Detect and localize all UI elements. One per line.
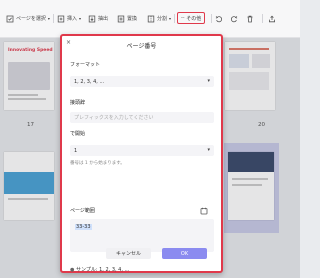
export-button[interactable] xyxy=(268,13,276,24)
toolbar-divider xyxy=(211,14,212,23)
sample-preview: ● サンプル: 1, 2, 3, 4, ... xyxy=(70,266,129,273)
toolbar-divider xyxy=(262,14,263,23)
insert-label: 挿入 xyxy=(67,16,78,22)
prefix-label: 接頭辞 xyxy=(70,100,86,106)
ellipsis-icon: ··· xyxy=(181,15,185,21)
extract-button[interactable]: 抽出 xyxy=(88,13,108,24)
dialog-title: ページ番号 xyxy=(126,43,157,50)
export-icon xyxy=(268,15,276,23)
toolbar-divider xyxy=(174,14,175,23)
insert-button[interactable]: 挿入 ▾ xyxy=(57,13,81,24)
start-value: 1 xyxy=(74,147,78,154)
page-range-value: 33-33 xyxy=(75,224,92,230)
replace-icon xyxy=(117,15,125,23)
chevron-down-icon: ▾ xyxy=(169,16,172,21)
ok-button[interactable]: OK xyxy=(162,248,207,259)
sample-text: サンプル: 1, 2, 3, 4, ... xyxy=(75,267,130,273)
rotate-right-button[interactable] xyxy=(230,13,238,24)
page-range-icon[interactable] xyxy=(200,207,208,215)
select-page-icon xyxy=(6,15,14,23)
insert-icon xyxy=(57,15,65,23)
chevron-down-icon: ▾ xyxy=(207,147,210,153)
select-page-label: ページを選択 xyxy=(16,16,46,22)
cancel-button[interactable]: キャンセル xyxy=(106,248,151,259)
extract-icon xyxy=(88,15,96,23)
sample-bullet-icon: ● xyxy=(70,267,75,273)
prefix-input[interactable]: プレフィックスを入力してください xyxy=(70,112,214,123)
more-button[interactable]: ··· その他 xyxy=(177,12,206,24)
toolbar: ページを選択 ▾ 挿入 ▾ 抽出 置換 分割 ▾ ··· その他 xyxy=(0,0,300,38)
select-page-button[interactable]: ページを選択 ▾ xyxy=(6,13,50,24)
replace-button[interactable]: 置換 xyxy=(117,13,137,24)
page-number-dialog: × ページ番号 フォーマット 1, 2, 3, 4, ... ▾ 接頭辞 プレフ… xyxy=(60,34,223,273)
chevron-down-icon: ▾ xyxy=(207,78,210,84)
format-label: フォーマット xyxy=(70,62,101,68)
trash-icon xyxy=(246,15,254,23)
more-label: その他 xyxy=(186,15,202,22)
toolbar-divider xyxy=(53,14,54,23)
chevron-down-icon: ▾ xyxy=(47,16,50,21)
start-label: で開始 xyxy=(70,131,86,137)
format-value: 1, 2, 3, 4, ... xyxy=(74,78,105,85)
chevron-down-icon: ▾ xyxy=(79,16,82,21)
rotate-right-icon xyxy=(230,15,238,23)
split-label: 分割 xyxy=(157,16,168,22)
start-number-select[interactable]: 1 ▾ xyxy=(70,145,214,156)
prefix-placeholder: プレフィックスを入力してください xyxy=(74,115,154,121)
split-button[interactable]: 分割 ▾ xyxy=(147,13,171,24)
replace-label: 置換 xyxy=(127,16,138,22)
delete-button[interactable] xyxy=(246,13,254,24)
split-icon xyxy=(147,15,155,23)
format-select[interactable]: 1, 2, 3, 4, ... ▾ xyxy=(70,76,214,87)
extract-label: 抽出 xyxy=(98,16,109,22)
rotate-left-icon xyxy=(215,15,223,23)
rotate-left-button[interactable] xyxy=(215,13,223,24)
page-range-label: ページ範囲 xyxy=(70,208,95,214)
start-hint: 番号は 1 から始まります。 xyxy=(70,161,125,166)
